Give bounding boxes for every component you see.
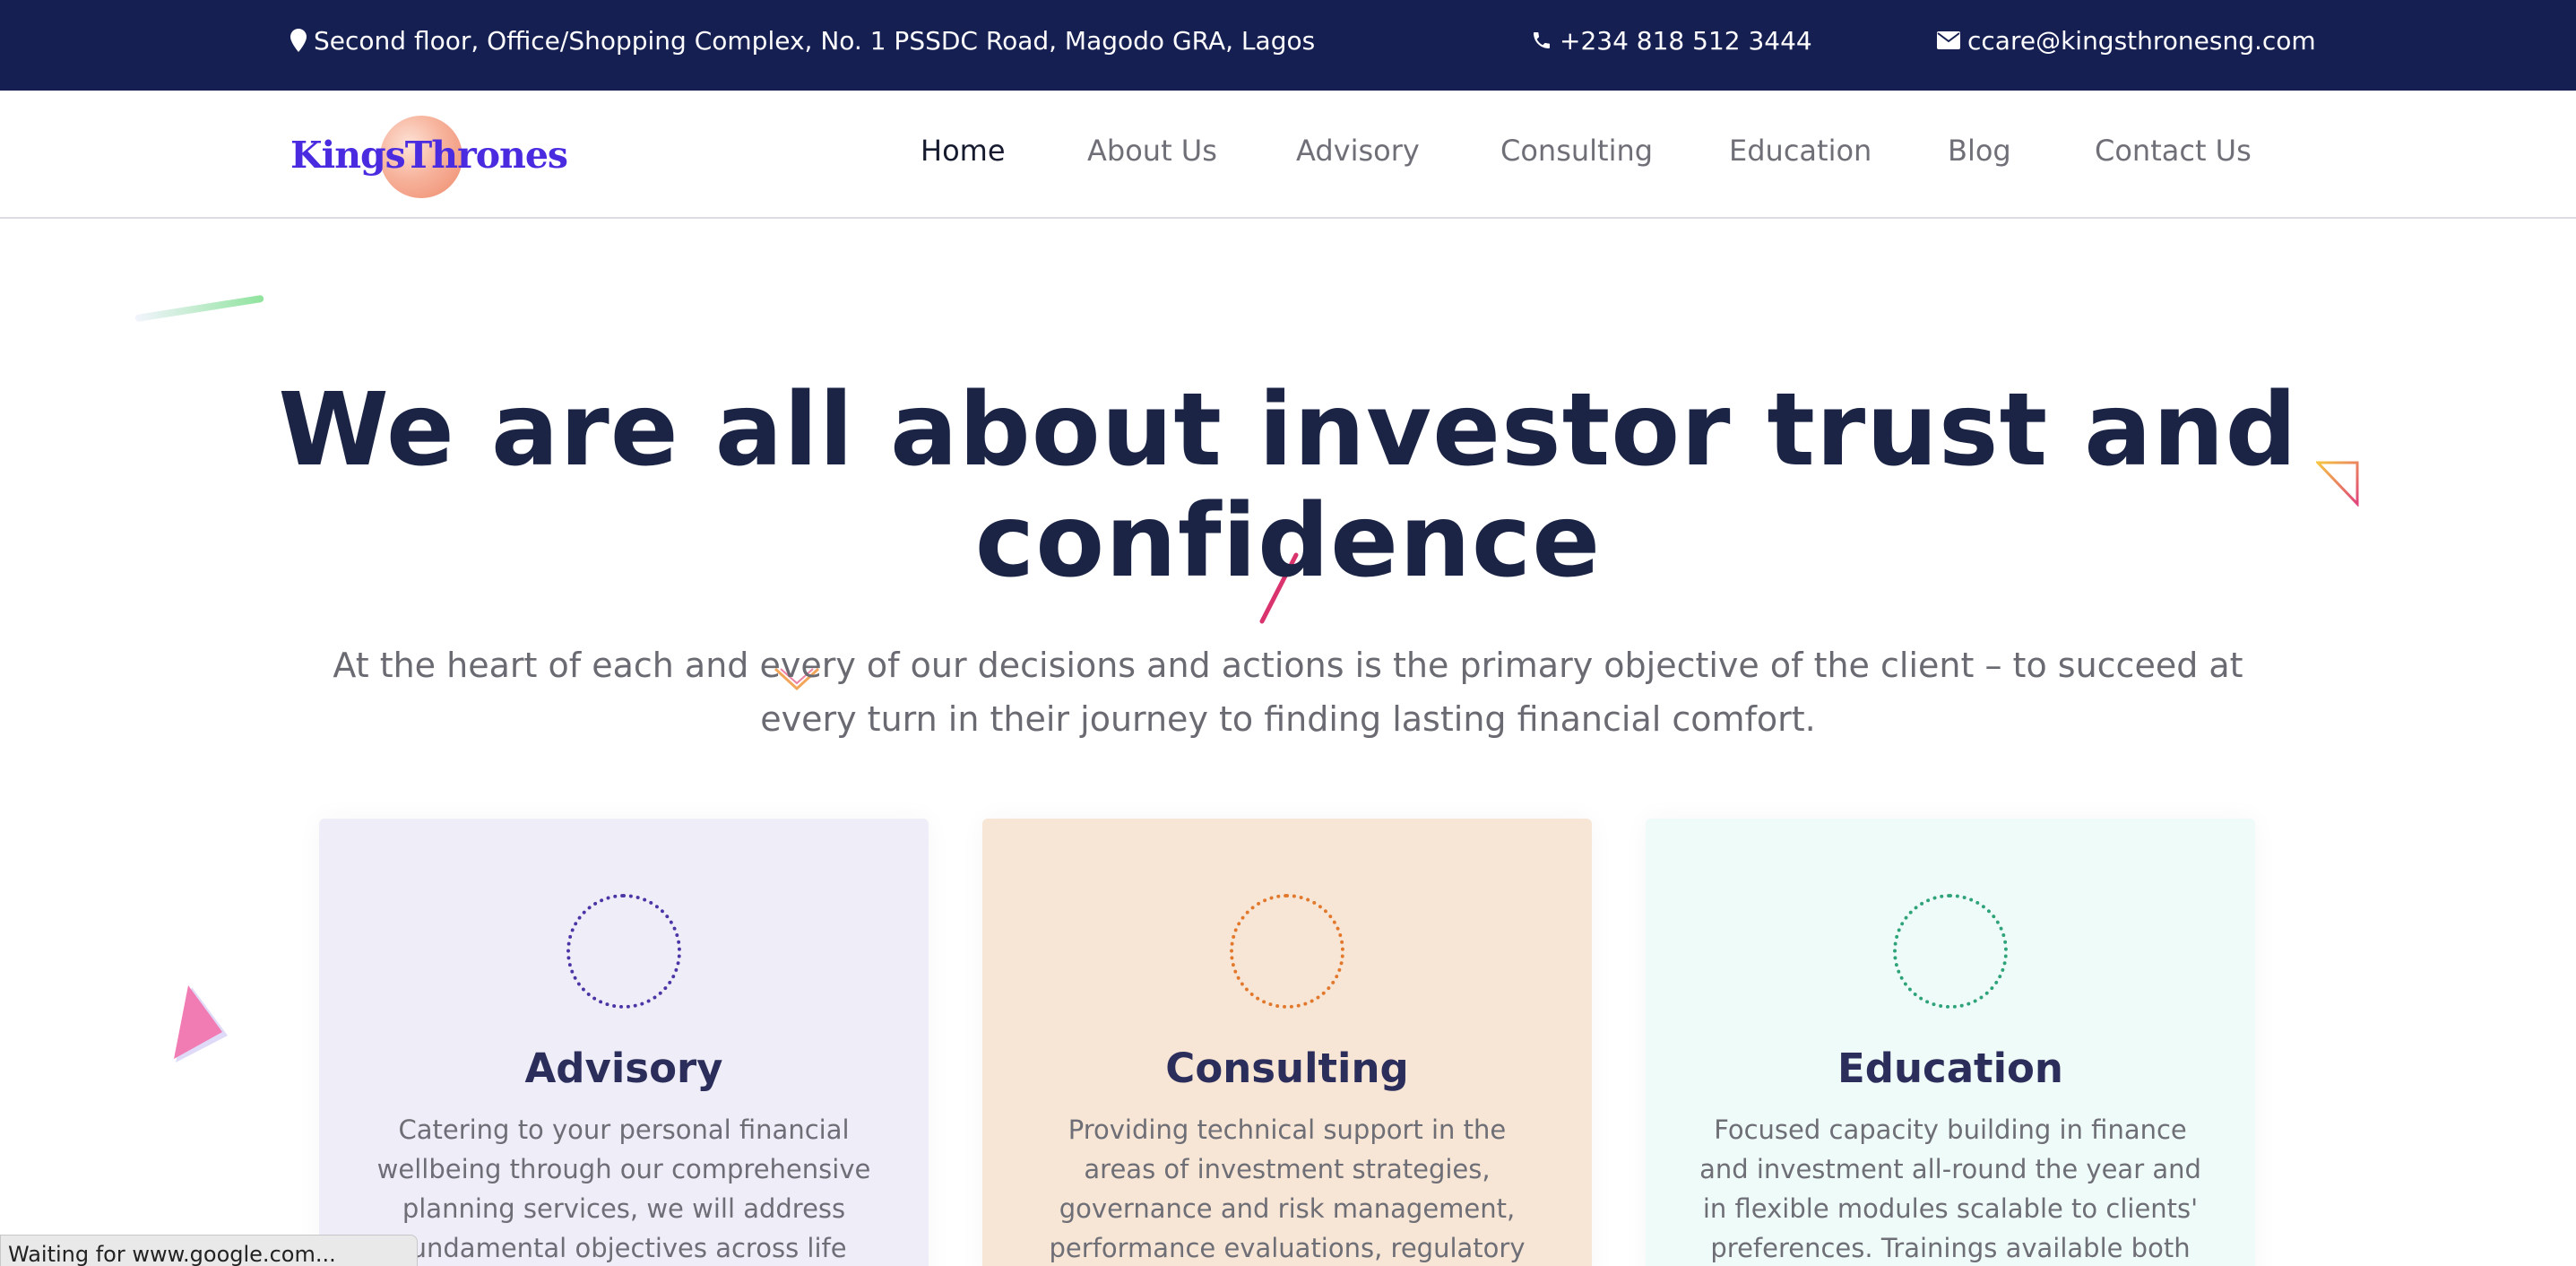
address-item: Second floor, Office/Shopping Complex, N… [290,24,1315,56]
nav-home[interactable]: Home [921,134,1006,168]
phone-item[interactable]: +234 818 512 3444 [1531,24,1812,56]
advisory-icon [566,894,681,1009]
service-card-advisory[interactable]: Advisory Catering to your personal finan… [319,819,929,1266]
hero-subtitle: At the heart of each and every of our de… [323,638,2253,746]
top-info-bar: Second floor, Office/Shopping Complex, N… [0,0,2576,91]
phone-icon [1534,32,1550,48]
decorative-triangle-outline [2316,461,2359,507]
nav-about-us[interactable]: About Us [1087,134,1217,168]
hero-title-line1: We are all about investor trust and [278,372,2298,489]
service-card-consulting[interactable]: Consulting Providing technical support i… [982,819,1592,1266]
education-icon [1893,894,2008,1009]
email-link[interactable]: ccare@kingsthronesng.com [1967,26,2316,56]
service-card-text: Focused capacity building in finance and… [1699,1114,2201,1263]
service-card-text: Catering to your personal financial well… [376,1114,871,1263]
service-card-text: Providing technical support in the areas… [1049,1114,1526,1263]
service-card-title: Education [1837,1045,2063,1092]
phone-link[interactable]: +234 818 512 3444 [1560,26,1812,56]
service-card-title: Advisory [524,1045,723,1092]
envelope-icon [1937,31,1960,49]
map-marker-icon [290,29,307,52]
logo-text: KingsThrones [290,134,568,177]
hero-subtitle-line2: every turn in their journey to finding l… [760,699,1816,739]
decorative-triangle-filled [174,985,228,1062]
nav-blog[interactable]: Blog [1948,134,2011,168]
service-card-education[interactable]: Education Focused capacity building in f… [1646,819,2255,1266]
hero-subtitle-line1: At the heart of each and every of our de… [333,646,2243,685]
nav-advisory[interactable]: Advisory [1296,134,1420,168]
consulting-icon [1230,894,1344,1009]
site-logo[interactable]: KingsThrones [290,110,577,200]
site-header: KingsThrones Home About Us Advisory Cons… [0,91,2576,219]
email-item[interactable]: ccare@kingsthronesng.com [1937,24,2316,56]
nav-education[interactable]: Education [1729,134,1871,168]
hero-title: We are all about investor trust and conf… [269,375,2307,597]
service-card-title: Consulting [1165,1045,1409,1092]
address-text: Second floor, Office/Shopping Complex, N… [314,25,1316,56]
hero-title-line2: confidence [974,483,1602,600]
decorative-line-shape [134,294,264,323]
nav-consulting[interactable]: Consulting [1500,134,1653,168]
browser-status-bar: Waiting for www.google.com... [0,1235,418,1266]
nav-contact-us[interactable]: Contact Us [2095,134,2252,168]
